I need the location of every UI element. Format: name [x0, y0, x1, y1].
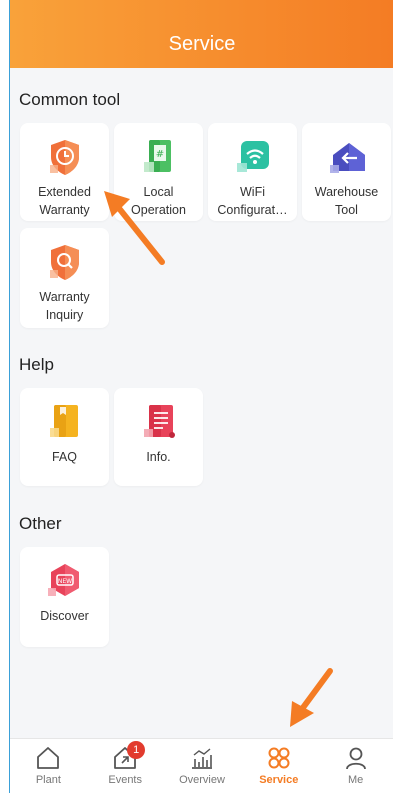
- tab-service[interactable]: Service: [241, 739, 317, 793]
- bottom-tab-bar: Plant 1 Events Overview Service Me: [10, 738, 393, 793]
- header-bar: Service: [10, 0, 393, 68]
- section-title-help: Help: [19, 355, 54, 374]
- tab-me[interactable]: Me: [318, 739, 393, 793]
- chart-icon: [191, 748, 212, 769]
- help-info[interactable]: Info.: [114, 388, 203, 486]
- svg-text:#: #: [155, 149, 163, 160]
- wifi-configuration-icon: [236, 141, 269, 172]
- warranty-inquiry-icon: [49, 245, 79, 280]
- other-discover[interactable]: NEW Discover: [20, 547, 109, 647]
- user-icon: [345, 747, 366, 770]
- section-title-common-tool: Common tool: [19, 90, 121, 109]
- tool-extended-warranty[interactable]: Extended Warranty: [20, 123, 109, 221]
- tab-overview[interactable]: Overview: [164, 739, 240, 793]
- faq-icon: [49, 405, 78, 437]
- app-frame: Service Common tool Extended Warranty # …: [9, 0, 393, 793]
- tab-label: Events: [108, 774, 142, 786]
- tool-label: WiFi Configurat…: [217, 185, 288, 217]
- tool-warranty-inquiry[interactable]: Warranty Inquiry: [20, 228, 109, 328]
- tool-label: Warranty Inquiry: [39, 290, 90, 322]
- tab-plant[interactable]: Plant: [10, 739, 86, 793]
- tool-wifi-configuration[interactable]: WiFi Configurat…: [208, 123, 297, 221]
- tab-events[interactable]: 1 Events: [87, 739, 163, 793]
- tab-label: Plant: [35, 774, 61, 786]
- section-title-other: Other: [19, 514, 62, 533]
- tool-label: FAQ: [51, 450, 77, 464]
- tool-warehouse-tool[interactable]: Warehouse Tool: [302, 123, 391, 221]
- tool-label: Discover: [40, 609, 89, 623]
- service-icon: [268, 747, 290, 769]
- events-badge: 1: [127, 741, 146, 759]
- page-title: Service: [168, 33, 236, 55]
- tool-label: Extended Warranty: [38, 185, 91, 217]
- annotation-arrow-icon: [290, 668, 333, 727]
- help-faq[interactable]: FAQ: [20, 388, 109, 486]
- info-icon: [143, 405, 175, 438]
- extended-warranty-icon: [49, 140, 79, 175]
- home-icon: [37, 747, 60, 769]
- tab-label: Me: [347, 774, 364, 786]
- svg-text:NEW: NEW: [57, 578, 71, 585]
- tab-label: Service: [259, 774, 299, 786]
- annotation-arrow-icon: [104, 191, 165, 265]
- discover-icon: NEW: [47, 564, 79, 596]
- warehouse-tool-icon: [329, 143, 365, 173]
- tool-label: Info.: [146, 450, 171, 464]
- local-operation-icon: #: [143, 140, 171, 172]
- tool-label: Warehouse Tool: [314, 185, 379, 217]
- tab-label: Overview: [179, 774, 225, 786]
